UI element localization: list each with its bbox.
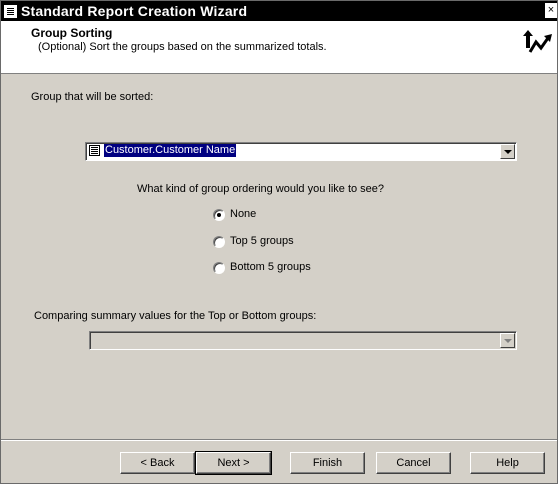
group-select-value: Customer.Customer Name [104,144,237,157]
wizard-header: Group Sorting (Optional) Sort the groups… [1,21,557,74]
comparing-label: Comparing summary values for the Top or … [34,310,317,322]
sort-arrows-icon [523,30,552,53]
footer-divider [1,439,557,441]
next-button[interactable]: Next > [195,451,272,475]
group-select[interactable]: Customer.Customer Name [85,142,517,161]
radio-button[interactable] [213,236,225,248]
chevron-down-icon[interactable] [500,144,515,159]
finish-button[interactable]: Finish [290,452,365,474]
radio-button[interactable] [213,262,225,274]
radio-label: Bottom 5 groups [230,261,311,273]
radio-label: Top 5 groups [230,235,294,247]
cancel-button[interactable]: Cancel [376,452,451,474]
chevron-down-icon[interactable] [500,333,515,348]
radio-button[interactable] [213,209,225,221]
radio-label: None [230,208,257,220]
comparing-select-value [108,333,110,346]
help-button[interactable]: Help [470,452,545,474]
window-title: Standard Report Creation Wizard [21,3,248,19]
title-bar[interactable]: Standard Report Creation Wizard × [1,1,557,21]
comparing-select[interactable] [89,331,517,350]
page-title: Group Sorting [31,26,113,40]
wizard-window: Standard Report Creation Wizard × Group … [0,0,558,484]
field-icon [89,145,100,156]
app-icon [4,5,17,18]
group-sorted-label: Group that will be sorted: [31,91,154,103]
back-button[interactable]: < Back [120,452,195,474]
close-button[interactable]: × [545,3,557,18]
page-subtitle: (Optional) Sort the groups based on the … [38,41,327,53]
ordering-question: What kind of group ordering would you li… [137,183,385,195]
